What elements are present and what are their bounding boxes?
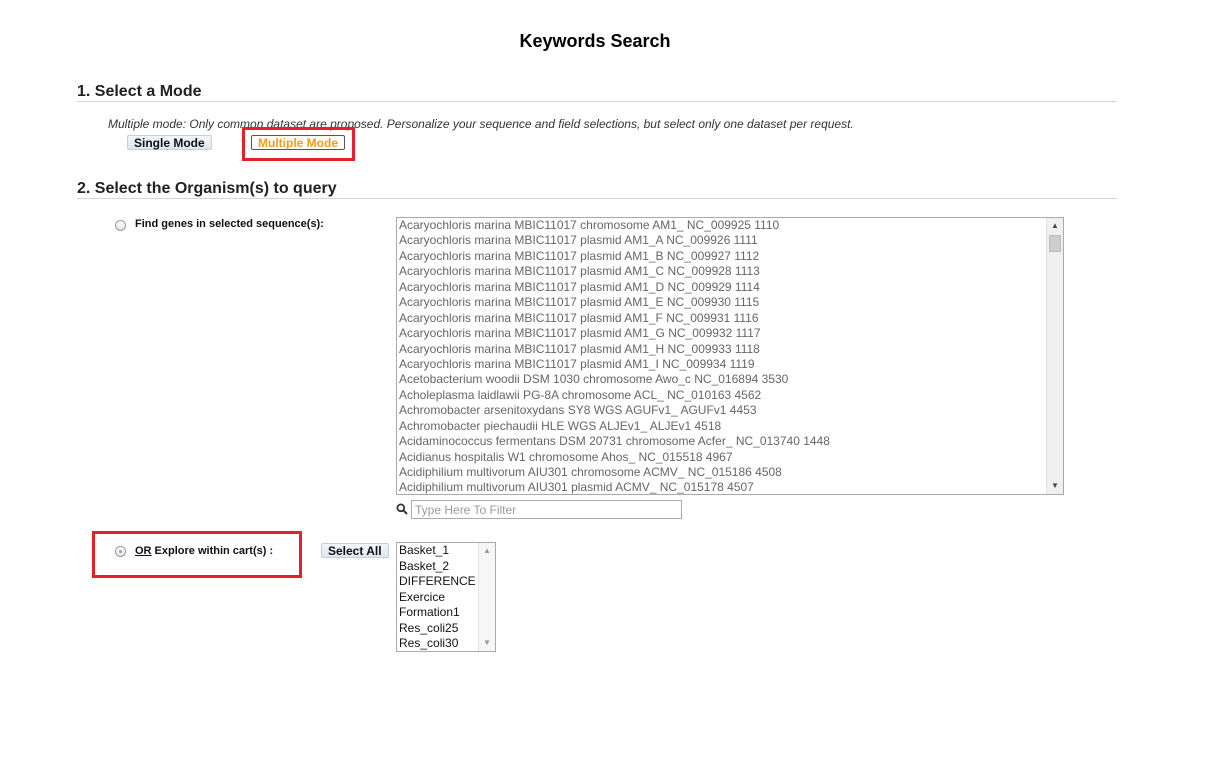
search-icon	[396, 503, 408, 515]
sequence-option[interactable]: Acaryochloris marina MBIC11017 plasmid A…	[397, 233, 1046, 248]
sequence-option[interactable]: Acaryochloris marina MBIC11017 chromosom…	[397, 218, 1046, 233]
mode-description: Multiple mode: Only common dataset are p…	[108, 117, 854, 131]
section-heading-mode: 1. Select a Mode	[77, 83, 202, 100]
scroll-thumb[interactable]	[1049, 235, 1061, 252]
sequence-option[interactable]: Acholeplasma laidlawii PG-8A chromosome …	[397, 388, 1046, 403]
filter-input[interactable]	[411, 500, 682, 519]
sequence-option[interactable]: Acaryochloris marina MBIC11017 plasmid A…	[397, 280, 1046, 295]
cart-option[interactable]: Res_coli30	[397, 636, 478, 651]
sequence-option[interactable]: Acaryochloris marina MBIC11017 plasmid A…	[397, 295, 1046, 310]
find-genes-radio[interactable]	[115, 220, 126, 231]
cart-option[interactable]: Formation1	[397, 605, 478, 621]
cart-option[interactable]: Exercice	[397, 590, 478, 606]
sequence-option[interactable]: Acaryochloris marina MBIC11017 plasmid A…	[397, 357, 1046, 372]
sequence-option[interactable]: Acaryochloris marina MBIC11017 plasmid A…	[397, 326, 1046, 341]
sequence-option[interactable]: Acaryochloris marina MBIC11017 plasmid A…	[397, 264, 1046, 279]
sequence-option[interactable]: Acidianus hospitalis W1 chromosome Ahos_…	[397, 450, 1046, 465]
sequence-select-list[interactable]: Acaryochloris marina MBIC11017 chromosom…	[396, 217, 1064, 495]
sequence-option[interactable]: Acaryochloris marina MBIC11017 plasmid A…	[397, 342, 1046, 357]
chevron-up-icon[interactable]: ▲	[479, 543, 495, 559]
section-divider	[77, 101, 1117, 102]
cart-option[interactable]: Basket_1	[397, 543, 478, 559]
highlight-box-multiple-mode	[242, 127, 355, 161]
chevron-up-icon[interactable]: ▲	[1047, 218, 1063, 234]
sequence-option[interactable]: Acidiphilium multivorum AIU301 chromosom…	[397, 465, 1046, 480]
or-prefix: OR	[135, 545, 152, 557]
page-title: Keywords Search	[519, 31, 671, 51]
explore-cart-radio[interactable]	[115, 546, 126, 557]
single-mode-button[interactable]: Single Mode	[127, 135, 212, 150]
sequence-option[interactable]: Acidiphilium multivorum AIU301 plasmid A…	[397, 480, 1046, 494]
cart-select-list[interactable]: Basket_1 Basket_2 DIFFERENCE Exercice Format…	[396, 542, 496, 652]
chevron-down-icon[interactable]: ▼	[1047, 478, 1063, 494]
section-divider	[77, 198, 1117, 199]
sequence-scrollbar[interactable]: ▲ ▼	[1046, 218, 1063, 494]
sequence-option[interactable]: Acidaminococcus fermentans DSM 20731 chr…	[397, 434, 1046, 449]
section-heading-organisms: 2. Select the Organism(s) to query	[77, 180, 337, 197]
sequence-option[interactable]: Achromobacter piechaudii HLE WGS ALJEv1_…	[397, 419, 1046, 434]
explore-cart-label: OR Explore within cart(s) :	[135, 545, 273, 557]
cart-option[interactable]: Res_coli25	[397, 621, 478, 637]
cart-items: Basket_1 Basket_2 DIFFERENCE Exercice Format…	[397, 543, 478, 651]
sequence-items: Acaryochloris marina MBIC11017 chromosom…	[397, 218, 1046, 494]
sequence-option[interactable]: Acaryochloris marina MBIC11017 plasmid A…	[397, 311, 1046, 326]
sequence-option[interactable]: Achromobacter arsenitoxydans SY8 WGS AGU…	[397, 403, 1046, 418]
sequence-option[interactable]: Acetobacterium woodii DSM 1030 chromosom…	[397, 372, 1046, 387]
select-all-button[interactable]: Select All	[321, 543, 389, 558]
explore-cart-text: Explore within cart(s) :	[151, 545, 274, 557]
cart-scrollbar[interactable]: ▲ ▼	[478, 543, 495, 651]
cart-option[interactable]: Basket_2	[397, 559, 478, 575]
sequence-option[interactable]: Acaryochloris marina MBIC11017 plasmid A…	[397, 249, 1046, 264]
chevron-down-icon[interactable]: ▼	[479, 635, 495, 651]
cart-option[interactable]: DIFFERENCE	[397, 574, 478, 590]
find-genes-label: Find genes in selected sequence(s):	[135, 218, 324, 230]
